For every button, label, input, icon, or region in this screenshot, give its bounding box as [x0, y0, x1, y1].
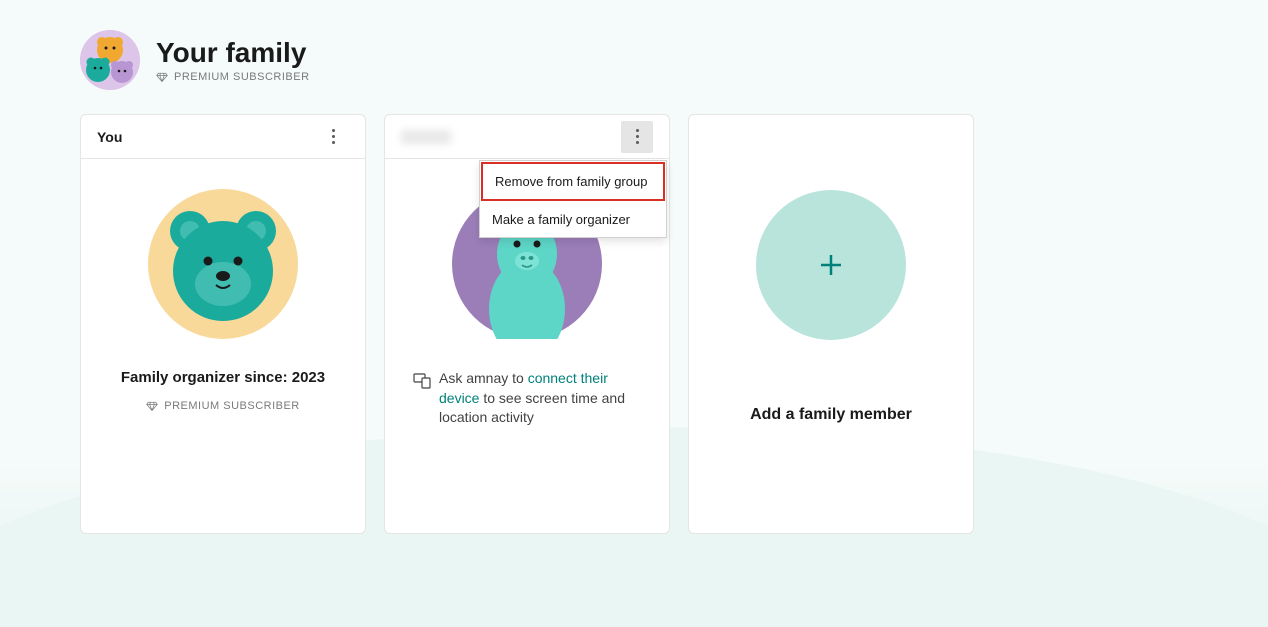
card-title-member-redacted: [401, 130, 451, 144]
organizer-since-text: Family organizer since: 2023: [121, 369, 325, 386]
plus-icon: [815, 249, 847, 281]
page-title: Your family: [156, 37, 310, 69]
card-title-you: You: [97, 129, 122, 145]
family-card-you: You: [80, 114, 366, 534]
connect-device-text: Ask amnay to connect their device to see…: [439, 369, 641, 428]
menu-item-remove[interactable]: Remove from family group: [481, 162, 665, 201]
family-card-member: Remove from family group Make a family o…: [384, 114, 670, 534]
diamond-icon: [156, 71, 168, 83]
add-avatar-circle: [756, 190, 906, 340]
add-family-member-card[interactable]: Add a family member: [688, 114, 974, 534]
more-vertical-icon: [636, 129, 639, 144]
page-header: Your family PREMIUM SUBSCRIBER: [80, 30, 1188, 90]
diamond-icon: [146, 400, 158, 412]
menu-item-make-organizer[interactable]: Make a family organizer: [480, 202, 666, 237]
more-vertical-icon: [332, 129, 335, 144]
premium-badge: PREMIUM SUBSCRIBER: [146, 400, 300, 412]
more-options-button[interactable]: [317, 121, 349, 153]
devices-icon: [413, 371, 431, 389]
add-member-label: Add a family member: [750, 406, 912, 424]
family-avatar-icon: [80, 30, 140, 90]
bear-avatar-icon: [148, 189, 298, 339]
more-options-button[interactable]: [621, 121, 653, 153]
premium-badge: PREMIUM SUBSCRIBER: [156, 71, 310, 83]
member-context-menu: Remove from family group Make a family o…: [479, 160, 667, 238]
